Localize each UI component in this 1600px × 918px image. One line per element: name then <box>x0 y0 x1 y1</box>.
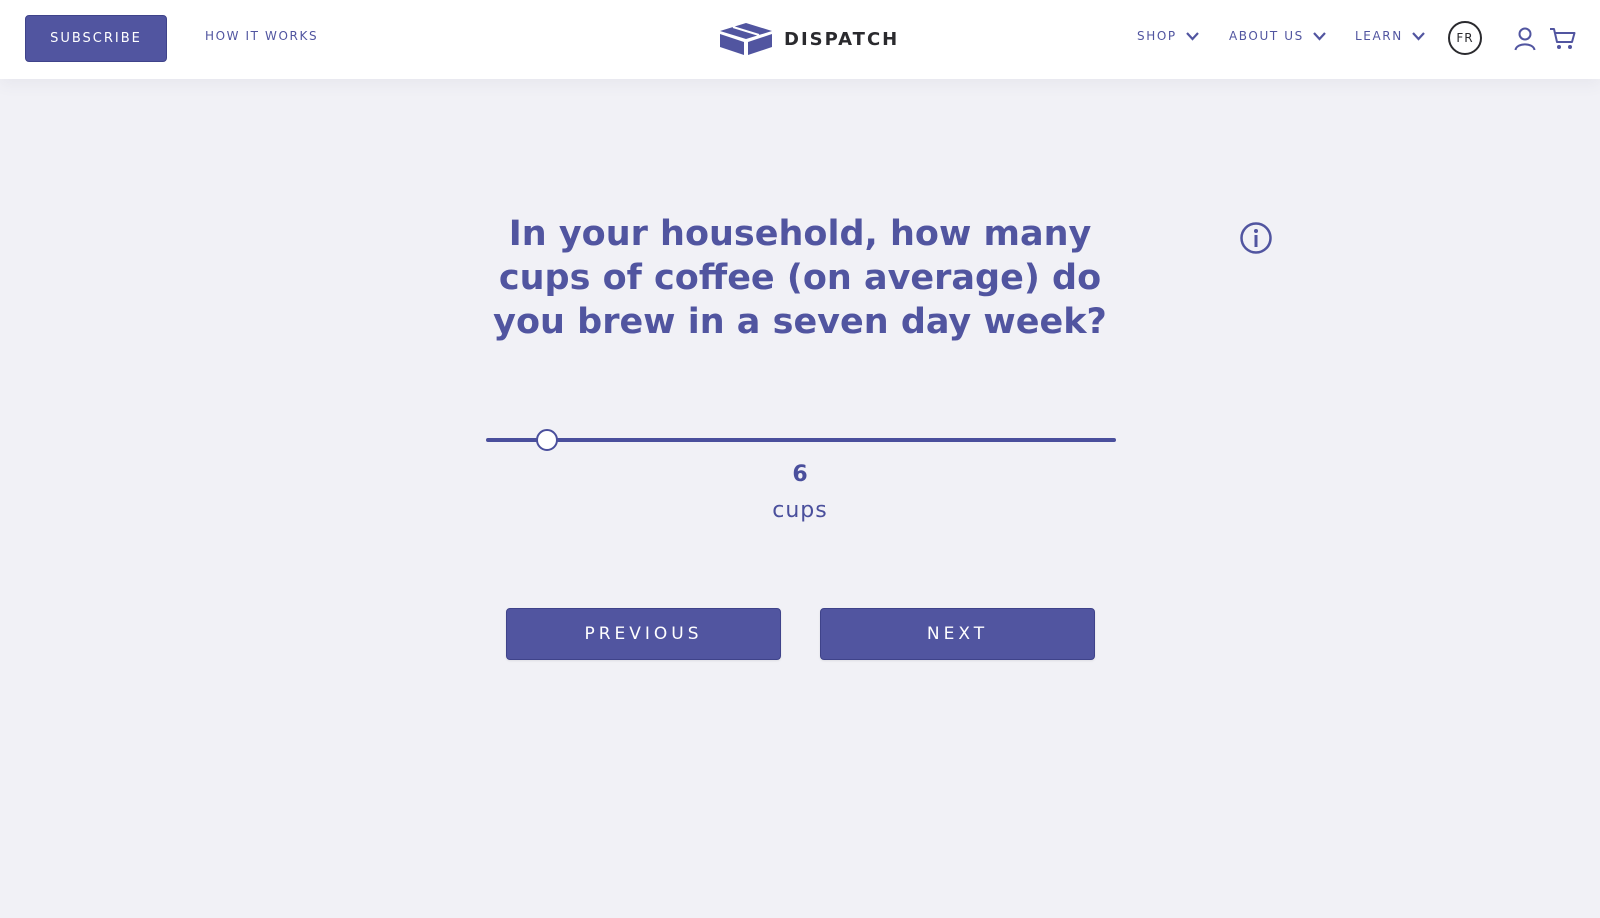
nav-about-us[interactable]: ABOUT US <box>1229 29 1327 43</box>
question-heading: In your household, how many cups of coff… <box>493 214 1107 342</box>
previous-button[interactable]: PREVIOUS <box>506 608 781 660</box>
cart-icon[interactable] <box>1549 27 1576 51</box>
nav-about-us-label: ABOUT US <box>1229 29 1304 43</box>
slider-thumb[interactable] <box>536 429 559 451</box>
site-header: SUBSCRIBE HOW IT WORKS DISPATCH SHOP ABO… <box>0 0 1600 79</box>
chevron-down-icon <box>1411 32 1425 41</box>
box-logo-icon <box>720 23 772 55</box>
nav-learn-label: LEARN <box>1355 29 1403 43</box>
dispatch-logo[interactable]: DISPATCH <box>718 22 899 56</box>
slider-value: 6 <box>792 462 808 487</box>
user-icon[interactable] <box>1514 27 1536 51</box>
next-button[interactable]: NEXT <box>820 608 1095 660</box>
slider-track[interactable] <box>486 438 1116 442</box>
info-icon[interactable] <box>1239 221 1273 255</box>
chevron-down-icon <box>1313 32 1326 41</box>
chevron-down-icon <box>1185 32 1199 41</box>
subscribe-button[interactable]: SUBSCRIBE <box>25 15 167 62</box>
slider-unit: cups <box>772 498 828 523</box>
nav-shop[interactable]: SHOP <box>1137 29 1200 43</box>
nav-shop-label: SHOP <box>1137 29 1177 43</box>
language-toggle[interactable]: FR <box>1448 21 1482 55</box>
how-it-works-link[interactable]: HOW IT WORKS <box>205 29 318 43</box>
nav-learn[interactable]: LEARN <box>1355 29 1426 43</box>
cups-slider[interactable] <box>486 425 1116 455</box>
logo-text: DISPATCH <box>784 28 900 50</box>
